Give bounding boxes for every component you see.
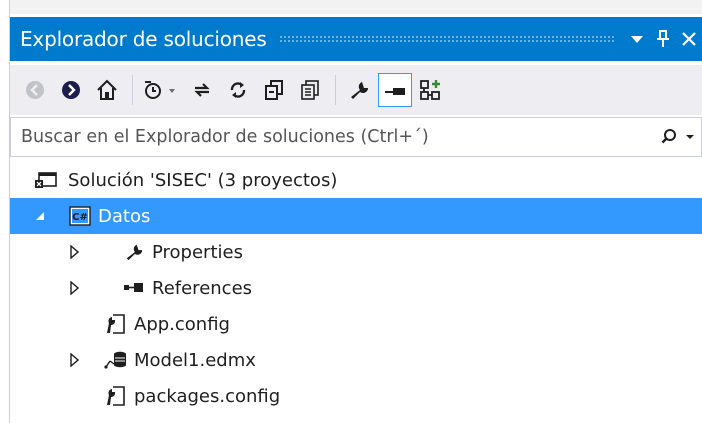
collapse-all-icon (265, 80, 283, 100)
sync-icon (194, 83, 210, 97)
expanded-triangle-icon[interactable] (32, 208, 48, 224)
back-icon (26, 81, 44, 99)
search-icon (661, 129, 676, 144)
tree-row-references[interactable]: References (10, 270, 702, 306)
svg-text:C#: C# (72, 212, 88, 223)
panel-titlebar: Explorador de soluciones (10, 17, 702, 61)
dropdown-button[interactable] (624, 24, 650, 54)
tree-row-solution[interactable]: Solución 'SISEC' (3 proyectos) (10, 162, 702, 198)
back-button[interactable] (18, 73, 52, 107)
project-label: Datos (98, 205, 151, 227)
wrench-icon (122, 240, 146, 264)
solution-tree: Solución 'SISEC' (3 proyectos) C# Datos … (10, 162, 702, 414)
csharp-project-icon: C# (68, 204, 92, 228)
class-view-button[interactable] (414, 73, 448, 107)
class-view-icon (420, 80, 440, 100)
pending-changes-icon (145, 81, 175, 99)
forward-button[interactable] (54, 73, 88, 107)
tree-row-properties[interactable]: Properties (10, 234, 702, 270)
collapsed-triangle-icon[interactable] (66, 280, 82, 296)
left-edge (0, 0, 10, 423)
search-input[interactable] (11, 117, 651, 157)
refresh-icon (230, 82, 246, 98)
properties-button[interactable] (342, 73, 376, 107)
toolbar-separator (335, 75, 336, 105)
collapse-all-button[interactable] (257, 73, 291, 107)
pin-button[interactable] (650, 24, 676, 54)
tree-row-app-config[interactable]: App.config (10, 306, 702, 342)
show-all-files-button[interactable] (293, 73, 327, 107)
item-label: packages.config (134, 385, 281, 407)
tree-row-project[interactable]: C# Datos (10, 198, 702, 234)
search-button[interactable] (651, 128, 701, 146)
chevron-down-icon (686, 135, 694, 139)
item-label: Model1.edmx (134, 349, 256, 371)
preview-selected-icon (385, 88, 405, 95)
collapsed-triangle-icon[interactable] (66, 352, 82, 368)
close-button[interactable] (676, 24, 702, 54)
forward-icon (62, 81, 80, 99)
top-strip (0, 0, 702, 14)
toolbar (10, 65, 702, 115)
solution-icon (34, 168, 58, 192)
tree-row-model-edmx[interactable]: Model1.edmx (10, 342, 702, 378)
item-label: App.config (134, 313, 230, 335)
sync-button[interactable] (185, 73, 219, 107)
references-icon (122, 276, 146, 300)
config-file-icon (104, 384, 128, 408)
tree-row-packages-config[interactable]: packages.config (10, 378, 702, 414)
drag-grip[interactable] (278, 35, 614, 43)
chevron-down-icon (631, 36, 643, 43)
show-all-files-icon (301, 80, 319, 100)
collapsed-triangle-icon[interactable] (66, 244, 82, 260)
home-icon (97, 79, 117, 100)
home-button[interactable] (90, 73, 124, 107)
panel-title: Explorador de soluciones (20, 27, 267, 51)
item-label: Properties (152, 241, 243, 263)
pending-changes-button[interactable] (139, 73, 183, 107)
config-file-icon (104, 312, 128, 336)
search-box (10, 117, 702, 157)
toolbar-separator (132, 75, 133, 105)
edmx-icon (104, 348, 128, 372)
pin-icon (657, 30, 669, 47)
item-label: References (152, 277, 253, 299)
preview-selected-button[interactable] (378, 73, 412, 107)
refresh-button[interactable] (221, 73, 255, 107)
solution-label: Solución 'SISEC' (3 proyectos) (68, 169, 338, 191)
close-icon (682, 32, 696, 46)
wrench-icon (351, 82, 368, 99)
